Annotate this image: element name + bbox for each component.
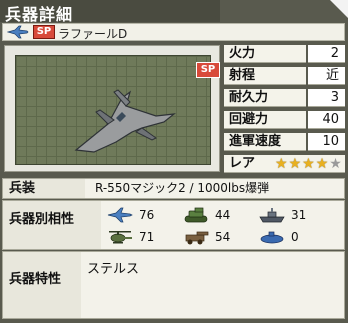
compat-value: 31	[291, 208, 307, 222]
fighter-jet-icon	[107, 207, 133, 223]
rarity-stars: ★ ★ ★ ★ ★	[275, 156, 342, 172]
weapon-name: ラファールD	[58, 27, 128, 41]
title-tab-edge	[205, 0, 219, 22]
compat-value: 54	[215, 230, 231, 244]
stat-label: 耐久力	[224, 89, 306, 107]
compat-value: 76	[139, 208, 155, 222]
stat-value: 40	[308, 111, 345, 129]
compat-value: 71	[139, 230, 155, 244]
sp-badge: SP	[33, 25, 55, 39]
compatibility-label: 兵器別相性	[3, 201, 101, 249]
stat-label: 進軍速度	[224, 133, 306, 151]
image-sp-badge: SP	[196, 62, 220, 78]
tank-icon	[184, 207, 208, 223]
stat-row-durability: 耐久力 3	[224, 89, 345, 107]
stat-row-firepower: 火力 2	[224, 45, 345, 63]
weapon-detail-window: 兵器詳細 SP ラファールD SP 火力 2 射程 近 耐久力 3 回避力 40…	[0, 0, 348, 323]
rarity-star-icon: ★	[288, 156, 302, 172]
traits-label: 兵器特性	[3, 252, 81, 318]
weapon-image-panel: SP	[4, 45, 220, 172]
equipment-row: 兵装 R-550マジック2 / 1000lbs爆弾	[2, 178, 345, 199]
rarity-star-icon: ★	[329, 156, 342, 172]
submarine-icon	[260, 231, 284, 244]
compat-value: 0	[291, 230, 299, 244]
stat-value: 3	[308, 89, 345, 107]
rarity-star-icon: ★	[315, 156, 329, 172]
stat-value: 2	[308, 45, 345, 63]
rarity-star-icon: ★	[275, 156, 288, 172]
weapon-name-row: SP ラファールD	[2, 23, 345, 41]
rarity-star-icon: ★	[302, 156, 315, 172]
stat-row-range: 射程 近	[224, 67, 345, 85]
warship-icon	[259, 208, 285, 223]
window-title: 兵器詳細	[5, 5, 74, 24]
stat-row-rarity: レア ★ ★ ★ ★ ★	[224, 155, 345, 173]
window-corner-fold	[330, 0, 348, 18]
compat-value: 44	[215, 208, 231, 222]
artillery-icon	[185, 231, 209, 245]
traits-row: 兵器特性 ステルス	[2, 251, 345, 319]
fighter-jet-icon	[7, 25, 29, 39]
stat-row-speed: 進軍速度 10	[224, 133, 345, 151]
stat-label: 射程	[224, 67, 306, 85]
stat-value: 10	[308, 133, 345, 151]
stat-label: 回避力	[224, 111, 306, 129]
stat-value: 近	[308, 67, 345, 85]
equipment-label: 兵装	[3, 179, 85, 198]
weapon-image: SP	[15, 55, 220, 165]
rafale-jet-icon	[74, 89, 176, 153]
helicopter-icon	[109, 231, 132, 244]
stat-label: 火力	[224, 45, 306, 63]
equipment-value: R-550マジック2 / 1000lbs爆弾	[95, 181, 270, 195]
stat-row-evasion: 回避力 40	[224, 111, 345, 129]
compatibility-row: 兵器別相性 76 44 31 71 54 0	[2, 200, 345, 250]
title-bar: 兵器詳細	[0, 0, 220, 24]
traits-value: ステルス	[87, 262, 140, 277]
